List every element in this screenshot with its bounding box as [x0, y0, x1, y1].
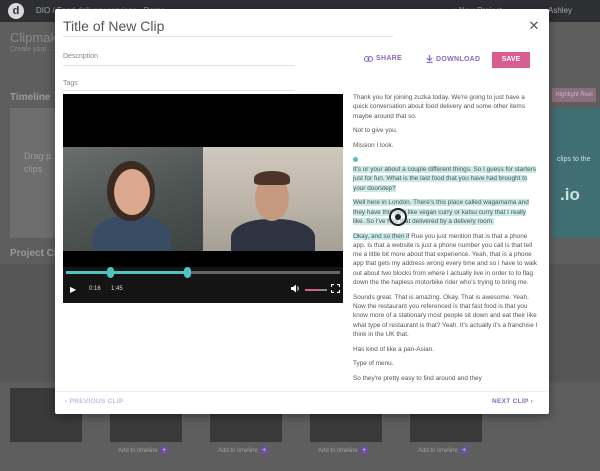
dropzone-text-line2: clips: [24, 164, 43, 174]
download-icon: [426, 55, 433, 63]
participant-video-right: [203, 147, 343, 251]
right-panel: [552, 108, 600, 238]
description-input[interactable]: [63, 65, 295, 66]
scrub-progress: [66, 271, 110, 274]
duration: 1:45: [111, 286, 123, 292]
highlighted-text[interactable]: Well here in London. There's this place …: [353, 199, 529, 225]
volume-level: [305, 289, 321, 291]
add-to-timeline-label: Add to timeline: [318, 448, 358, 454]
clip-selection-range: [109, 271, 187, 274]
transcript-paragraph[interactable]: Thank you for joining zuzka today. We're…: [353, 93, 539, 121]
plus-icon: +: [459, 446, 469, 455]
download-button[interactable]: DOWNLOAD: [426, 55, 480, 63]
plus-icon: +: [359, 446, 369, 455]
tags-label: Tags: [63, 80, 78, 87]
add-to-timeline-label: Add to timeline: [118, 448, 158, 454]
transcript-paragraph[interactable]: Not to give you.: [353, 126, 539, 135]
dropzone-text-line1: Drag p: [24, 151, 52, 161]
volume-icon[interactable]: [291, 284, 301, 294]
transcript-paragraph[interactable]: Mission I look.: [353, 141, 539, 150]
highlighted-text[interactable]: Okay, and so then if: [353, 232, 410, 240]
user-menu[interactable]: Ashley: [548, 6, 572, 15]
timeline-label: Timeline: [10, 92, 51, 103]
share-button[interactable]: SHARE: [364, 55, 402, 62]
plus-icon: +: [259, 446, 269, 455]
selection-start-marker[interactable]: [353, 156, 358, 162]
participant-face: [114, 169, 150, 215]
video-player[interactable]: ▶ 0:16 1:45: [63, 94, 343, 303]
add-to-timeline-label: Add to timeline: [418, 448, 458, 454]
add-to-timeline-label: Add to timeline: [218, 448, 258, 454]
mouse-cursor-dot: [395, 214, 401, 220]
transcript-paragraph[interactable]: So they're pretty easy to find around an…: [353, 374, 539, 383]
transcript-panel[interactable]: Thank you for joining zuzka today. We're…: [353, 93, 539, 389]
link-icon: [364, 55, 373, 62]
transcript-paragraph[interactable]: Has kind of like a pan-Asian.: [353, 345, 539, 354]
add-to-timeline-button[interactable]: Add to timeline +: [418, 446, 469, 455]
highlighted-text[interactable]: It's or your about a couple different th…: [353, 165, 536, 192]
transcript-paragraph[interactable]: Sounds great. That is amazing. Okay. Tha…: [353, 293, 539, 339]
clip-end-handle[interactable]: [183, 267, 191, 278]
highlight-reel-button[interactable]: Highlight Reel: [552, 88, 596, 102]
app-logo-icon[interactable]: d: [8, 3, 24, 19]
download-label: DOWNLOAD: [436, 55, 481, 63]
participant-body: [231, 219, 315, 251]
transcript-paragraph[interactable]: Type of menu.: [353, 359, 539, 368]
plus-icon: +: [159, 446, 169, 455]
fullscreen-icon[interactable]: [330, 283, 341, 294]
current-time: 0:16: [89, 286, 101, 292]
dropzone-text: Drag p clips: [24, 150, 51, 176]
right-panel-text: clips to the: [557, 156, 591, 163]
description-label: Description: [63, 53, 99, 60]
save-button[interactable]: SAVE: [492, 52, 530, 68]
next-clip-button[interactable]: NEXT CLIP ›: [492, 398, 533, 405]
previous-clip-button[interactable]: ‹ PREVIOUS CLIP: [65, 398, 124, 405]
add-to-timeline-button[interactable]: Add to timeline +: [318, 446, 369, 455]
transcript-paragraph-highlighted[interactable]: Well here in London. There's this place …: [353, 198, 539, 226]
close-icon[interactable]: ✕: [527, 19, 541, 33]
participant-video-left: [63, 147, 203, 251]
participant-hair: [254, 171, 290, 185]
video-controls: ▶ 0:16 1:45: [63, 267, 343, 303]
right-panel-logo: .io: [560, 185, 580, 204]
tags-input[interactable]: [63, 90, 295, 91]
transcript-paragraph-highlighted[interactable]: It's or your about a couple different th…: [353, 156, 539, 193]
transcript-text[interactable]: Rue you just mention that is that a phon…: [353, 233, 537, 286]
clip-title-input[interactable]: Title of New Clip: [63, 17, 393, 37]
modal-footer-divider: [55, 391, 549, 392]
transcript-paragraph[interactable]: Okay, and so then if Rue you just mentio…: [353, 232, 539, 288]
share-label: SHARE: [376, 55, 403, 62]
clip-editor-modal: Title of New Clip ✕ Description Tags SHA…: [55, 9, 549, 414]
play-icon[interactable]: ▶: [70, 285, 78, 295]
page-subtitle: Create your ...: [10, 46, 55, 53]
add-to-timeline-button[interactable]: Add to timeline +: [118, 446, 169, 455]
add-to-timeline-button[interactable]: Add to timeline +: [218, 446, 269, 455]
clip-start-handle[interactable]: [106, 267, 114, 278]
